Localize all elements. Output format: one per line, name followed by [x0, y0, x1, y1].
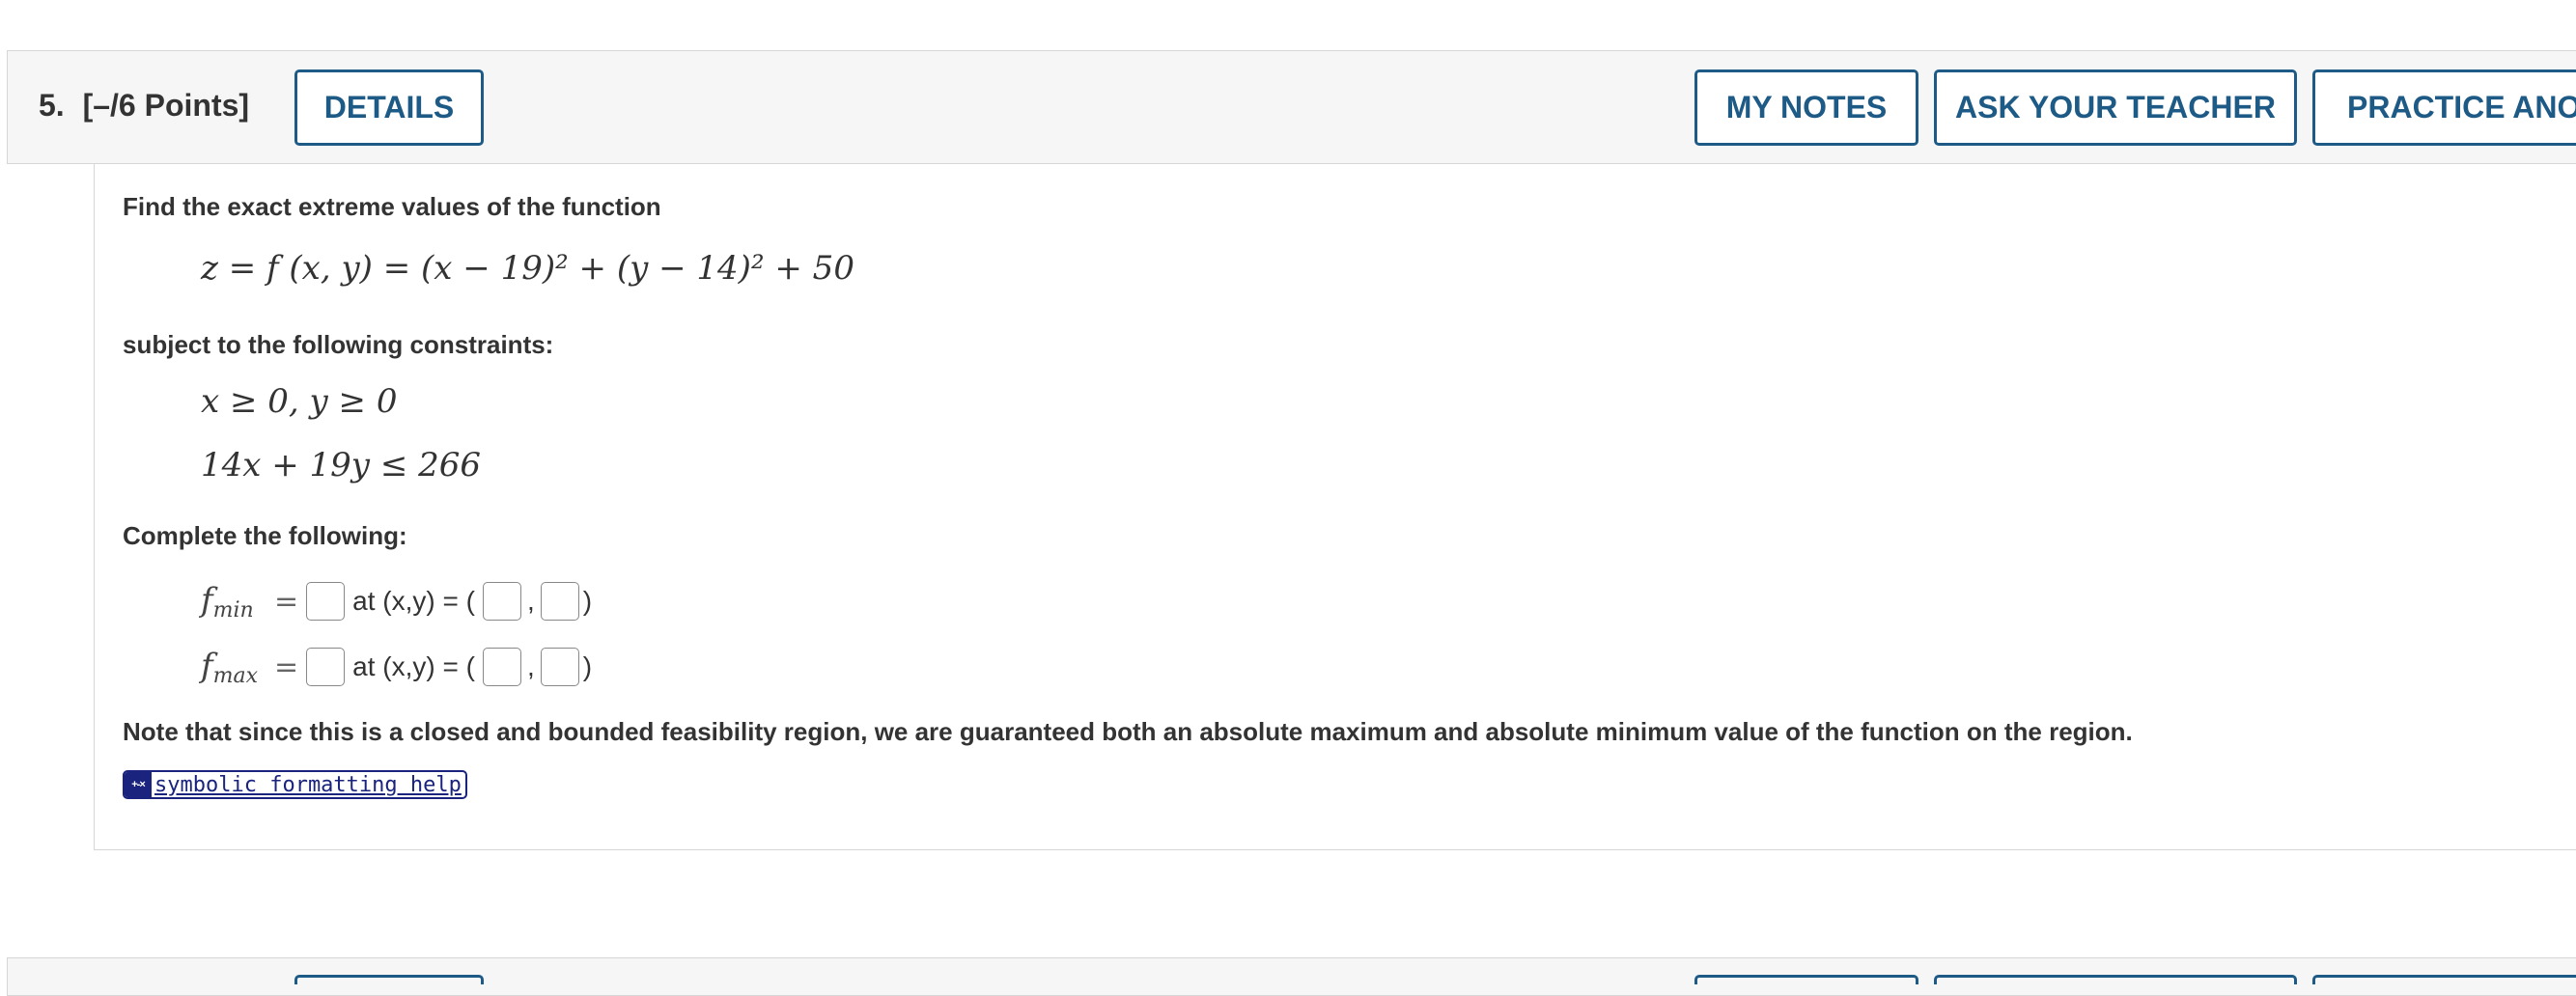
- fmax-label-f: f: [201, 646, 213, 685]
- question-header: 5. [–/6 Points] DETAILS MY NOTES ASK YOU…: [7, 50, 2576, 164]
- question-points: [–/6 Points]: [82, 88, 250, 123]
- practice-another-button[interactable]: PRACTICE ANOTHER: [2312, 69, 2576, 146]
- symbolic-formatting-help-button[interactable]: +-× symbolic formatting help: [123, 770, 467, 799]
- next-my-notes-button[interactable]: [1694, 975, 1918, 984]
- fmax-answer-row: fmax = at (x,y) = ( , ): [201, 645, 600, 689]
- fmax-label-sub: max: [212, 663, 258, 688]
- fmin-label: fmin: [201, 581, 268, 622]
- my-notes-button[interactable]: MY NOTES: [1694, 69, 1918, 146]
- problem-intro: Find the exact extreme values of the fun…: [123, 192, 661, 221]
- fmax-equals: =: [274, 650, 299, 684]
- fmin-answer-row: fmin = at (x,y) = ( , ): [201, 579, 600, 623]
- next-practice-another-button[interactable]: [2312, 975, 2576, 984]
- fmax-at-text: at (x,y) = (: [352, 651, 475, 681]
- constraint-linear: 14x + 19y ≤ 266: [201, 446, 482, 484]
- fmin-label-f: f: [201, 580, 213, 620]
- next-question-header: [7, 957, 2576, 996]
- fmin-x-input[interactable]: [482, 582, 521, 621]
- complete-intro: Complete the following:: [123, 521, 407, 550]
- ask-your-teacher-button[interactable]: ASK YOUR TEACHER: [1934, 69, 2297, 146]
- fmax-comma: ,: [526, 651, 535, 681]
- next-ask-your-teacher-button[interactable]: [1934, 975, 2297, 984]
- fmax-x-input[interactable]: [482, 648, 521, 686]
- fmin-y-input[interactable]: [540, 582, 579, 621]
- details-button[interactable]: DETAILS: [294, 69, 484, 146]
- constraints-intro: subject to the following constraints:: [123, 330, 554, 359]
- help-icon-glyph: +-×: [131, 778, 146, 790]
- fmax-close-paren: ): [582, 651, 593, 681]
- plus-minus-times-icon: +-×: [125, 772, 152, 797]
- fmax-y-input[interactable]: [540, 648, 579, 686]
- symbolic-formatting-help-label: symbolic formatting help: [154, 772, 462, 797]
- fmin-label-sub: min: [212, 597, 254, 622]
- fmin-value-input[interactable]: [306, 582, 346, 621]
- function-expression-text: z = f (x, y) = (x − 19)² + (y − 14)² + 5…: [201, 249, 854, 288]
- question-number: 5.: [39, 88, 65, 123]
- function-expression: z = f (x, y) = (x − 19)² + (y − 14)² + 5…: [201, 249, 854, 288]
- question-title: 5. [–/6 Points]: [39, 88, 249, 124]
- feasibility-note: Note that since this is a closed and bou…: [123, 717, 2133, 746]
- fmax-value-input[interactable]: [306, 648, 346, 686]
- fmin-comma: ,: [526, 586, 535, 616]
- fmin-close-paren: ): [582, 586, 593, 616]
- next-details-button[interactable]: [294, 975, 484, 984]
- fmin-equals: =: [274, 584, 299, 619]
- constraint-nonnegativity: x ≥ 0, y ≥ 0: [201, 382, 398, 421]
- fmin-at-text: at (x,y) = (: [352, 586, 475, 616]
- question-body: Find the exact extreme values of the fun…: [94, 164, 2576, 850]
- fmax-label: fmax: [201, 647, 268, 688]
